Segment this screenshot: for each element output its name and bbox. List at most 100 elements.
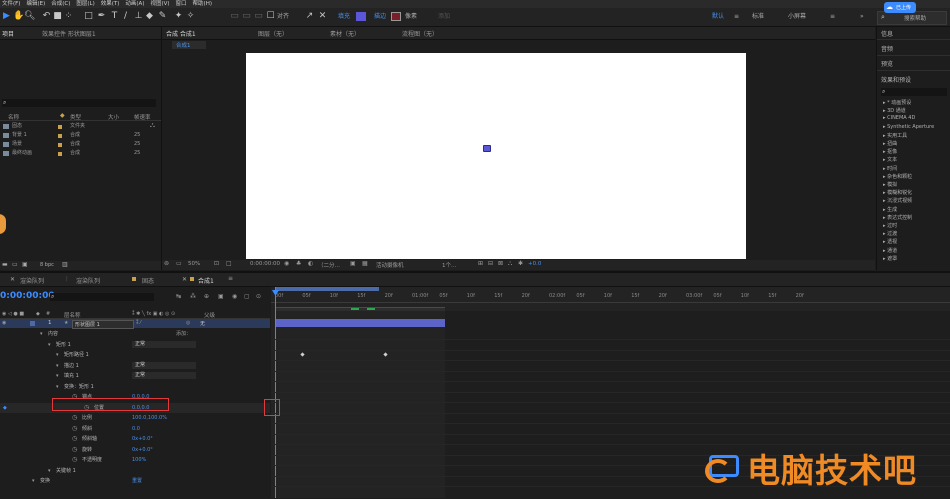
effect-category[interactable]: ▸ 生成 [883, 206, 897, 213]
snap-options-icon[interactable]: ✕ [318, 11, 327, 22]
world-axis-icon[interactable]: ▭ [242, 11, 251, 22]
fill-label[interactable]: 填充 [338, 12, 350, 21]
effect-category[interactable]: ▸ 遮罩 [883, 255, 897, 262]
effect-category[interactable]: ▸ 扭曲 [883, 140, 897, 147]
property-row[interactable]: ▾ 关键帧 1 [0, 466, 270, 476]
reset-exposure-icon[interactable]: ✱ [518, 260, 523, 267]
effects-search-input[interactable]: ⌕ [881, 88, 947, 96]
upload-badge[interactable]: ☁ 已上传 [884, 2, 916, 13]
menu-composition[interactable]: 合成(C) [51, 0, 70, 8]
fast-preview-icon[interactable]: ▭ [176, 260, 182, 267]
viewer-timecode[interactable]: 0:00:00:00 [250, 261, 280, 267]
twirl-arrow-icon[interactable]: ▾ [56, 350, 59, 360]
camera-tool-icon[interactable]: ■ [53, 11, 62, 22]
effect-category[interactable]: ▸ 3D 通道 [883, 107, 906, 114]
stroke-label[interactable]: 描边 [374, 12, 386, 21]
property-value[interactable]: 100.0,100.0% [132, 413, 167, 423]
tab-render-queue-2[interactable]: 渲染队列 [76, 276, 100, 285]
tab-layer[interactable]: 图层（无） [258, 29, 288, 38]
menu-view[interactable]: 视图(V) [150, 0, 169, 8]
exposure-value[interactable]: +0.0 [528, 261, 541, 267]
graph-editor-icon[interactable]: ▢ [244, 293, 250, 300]
menu-layer[interactable]: 图层(L) [76, 0, 94, 8]
draft-3d-icon[interactable]: ⁂ [190, 293, 196, 300]
camera-select[interactable]: 活动摄像机 [376, 261, 404, 269]
parent-select[interactable]: 无 [200, 320, 205, 327]
menu-window[interactable]: 窗口 [176, 0, 187, 8]
project-item[interactable]: 最终动画 合成 25 [0, 150, 161, 157]
type-tool-icon[interactable]: T [110, 11, 119, 22]
property-row[interactable]: ◷ 旋转 0x+0.0° [0, 445, 270, 455]
stroke-width-value[interactable]: 像素 [405, 12, 417, 21]
project-bit-depth[interactable]: 8 bpc [40, 262, 54, 268]
twirl-arrow-icon[interactable]: ▾ [40, 329, 43, 339]
panel-menu-icon[interactable]: ≡ [228, 275, 233, 282]
tab-comp1[interactable]: 合成1 [198, 276, 214, 285]
menu-help[interactable]: 帮助(H) [193, 0, 212, 8]
property-row[interactable]: ▾ 矩形路径 1 [0, 350, 270, 360]
puppet-tool-icon[interactable]: ✦ [174, 11, 183, 22]
col-parent[interactable]: 父级 [204, 311, 215, 319]
twirl-arrow-icon[interactable]: ▾ [48, 340, 51, 350]
panel-effects-presets[interactable]: 效果和预设 [881, 75, 911, 84]
tab-composition[interactable]: 合成 合成1 [166, 29, 196, 38]
add-label[interactable]: 添加 [438, 12, 450, 21]
toggle-pixel-aspect-icon[interactable]: ⊞ [478, 260, 483, 267]
twirl-arrow-icon[interactable]: ▾ [48, 466, 51, 476]
local-axis-icon[interactable]: ▭ [230, 11, 239, 22]
work-area-bar[interactable] [275, 287, 379, 291]
tab-render-queue[interactable]: 渲染队列 [20, 276, 44, 285]
selection-tool-icon[interactable]: ▶ [2, 11, 11, 22]
snapshot-icon[interactable]: ◉ [284, 260, 289, 267]
col-type[interactable]: 类型 [70, 113, 81, 121]
panel-preview[interactable]: 预览 [881, 59, 893, 68]
effect-category[interactable]: ▸ 抠像 [883, 148, 897, 155]
label-color-swatch[interactable] [30, 321, 35, 326]
panel-info[interactable]: 信息 [881, 29, 893, 38]
roto-brush-tool-icon[interactable]: ✎ [158, 11, 167, 22]
pan-behind-tool-icon[interactable]: ⁘ [64, 11, 73, 22]
pickwhip-icon[interactable]: ◎ [186, 320, 190, 326]
stopwatch-icon[interactable]: ◷ [72, 413, 77, 423]
tab-solid[interactable]: 固态 [142, 276, 154, 285]
flowchart-link-icon[interactable]: ⛬ [508, 260, 512, 268]
channel-icon[interactable]: ◐ [308, 260, 313, 267]
property-row[interactable]: ◷ 倾斜 0.0 [0, 424, 270, 434]
property-row[interactable]: ▾ 变换：矩形 1 [0, 382, 270, 392]
close-icon[interactable]: ✕ [182, 276, 187, 283]
workspace-menu-icon[interactable]: ≡ [734, 12, 739, 21]
effect-category[interactable]: ▸ 过渡 [883, 230, 897, 237]
tab-project[interactable]: 项目 [2, 29, 14, 38]
property-row[interactable]: ◷ 不透明度 100% [0, 455, 270, 465]
col-name[interactable]: 名称 [8, 113, 19, 121]
fit-icon[interactable]: ⊡ [214, 260, 219, 267]
resolution-select[interactable]: （二分… [318, 261, 340, 269]
workspace-menu-icon-2[interactable]: ≡ [830, 12, 835, 21]
rectangle-tool-icon[interactable]: □ [84, 11, 93, 22]
side-float-button[interactable] [0, 214, 6, 234]
shy-layers-icon[interactable]: ⊕ [204, 293, 209, 300]
effect-category[interactable]: ▸ 表达式控制 [883, 214, 912, 221]
zoom-tool-icon[interactable]: 🔍︎ [24, 11, 35, 22]
effect-category[interactable]: ▸ 实用工具 [883, 132, 907, 139]
menu-file[interactable]: 文件(F) [2, 0, 20, 8]
stopwatch-icon[interactable]: ◷ [72, 445, 77, 455]
brainstorm-icon[interactable]: ⊙ [256, 293, 261, 300]
workspace-standard[interactable]: 标准 [752, 12, 764, 21]
effect-category[interactable]: ▸ 透视 [883, 238, 897, 245]
3d-view-icon[interactable]: ⊟ [488, 260, 493, 267]
motion-blur-switch-icon[interactable]: ◉ [232, 293, 237, 300]
menu-effect[interactable]: 效果(T) [101, 0, 120, 8]
transparency-grid-icon[interactable]: ▦ [362, 260, 368, 267]
workspace-small-screen[interactable]: 小屏幕 [788, 12, 806, 21]
align-checkbox[interactable]: ☐ [266, 11, 275, 22]
visibility-eye-icon[interactable]: ◉ [2, 320, 6, 326]
preview-toggle-icon[interactable]: ⊚ [164, 260, 169, 267]
hand-tool-icon[interactable]: ✋ [13, 11, 24, 22]
time-ruler[interactable]: 00f 05f 10f 15f 20f 01:00f 05f 10f 15f 20f 02:00f 0… [271, 292, 950, 303]
timeline-timecode[interactable]: 0:00:00:00 [0, 291, 55, 301]
property-row[interactable]: ◷ 倾斜轴 0x+0.0° [0, 434, 270, 444]
new-composition-icon[interactable]: ▣ [22, 261, 28, 268]
delete-icon[interactable]: ▥ [62, 261, 68, 268]
stopwatch-icon[interactable]: ◷ [72, 424, 77, 434]
